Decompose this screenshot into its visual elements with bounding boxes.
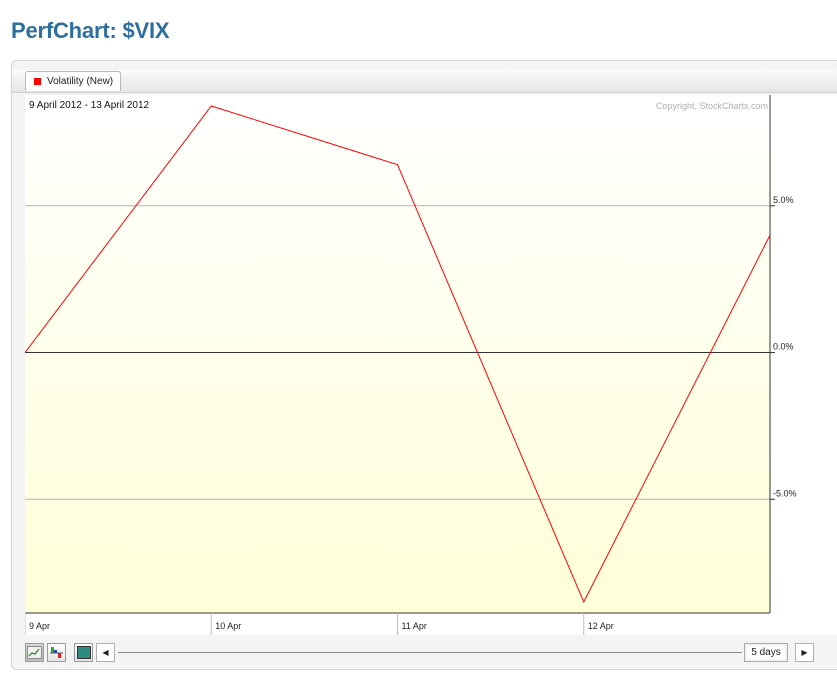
scroll-left-icon: ◀ [102,648,109,657]
x-tick-label: 10 Apr [215,621,241,631]
x-tick-label: 9 Apr [29,621,50,631]
legend-swatch [34,78,41,85]
line-chart-button[interactable] [25,643,44,662]
period-label: 5 days [751,647,781,658]
x-tick-label: 11 Apr [402,621,427,631]
scroll-left-button[interactable]: ◀ [96,643,115,662]
fill-toggle-icon [76,646,91,659]
legend-bar [12,70,837,93]
plot-background [25,95,770,613]
y-tick-label: 0.0% [773,342,794,352]
period-select[interactable]: 5 days [744,643,788,662]
fill-toggle-button[interactable] [74,643,93,662]
chart-date-range: 9 April 2012 - 13 April 2012 [29,100,150,111]
chart-controls: ◀ 5 days ▶ [25,643,837,663]
line-chart-icon [27,646,42,659]
histogram-button[interactable] [47,643,66,662]
legend-tab-volatility[interactable]: Volatility (New) [25,71,122,91]
page-title: PerfChart: $VIX [11,18,170,43]
legend-label: Volatility (New) [47,76,114,87]
histogram-icon [50,647,63,658]
chart-copyright: Copyright, StockCharts.com [655,101,768,111]
y-tick-label: -5.0% [773,488,797,498]
scroll-right-icon: ▶ [801,648,808,657]
chart-svg: 5.0% 0.0% -5.0% 9 Apr 10 Apr 11 Apr 12 Apr [25,95,797,635]
x-tick-label: 12 Apr [588,621,614,631]
scroll-track[interactable] [118,652,742,653]
chart-area: 5.0% 0.0% -5.0% 9 Apr 10 Apr 11 Apr 12 Apr [25,95,837,635]
scroll-right-button[interactable]: ▶ [795,643,814,662]
y-tick-label: 5.0% [773,195,794,205]
